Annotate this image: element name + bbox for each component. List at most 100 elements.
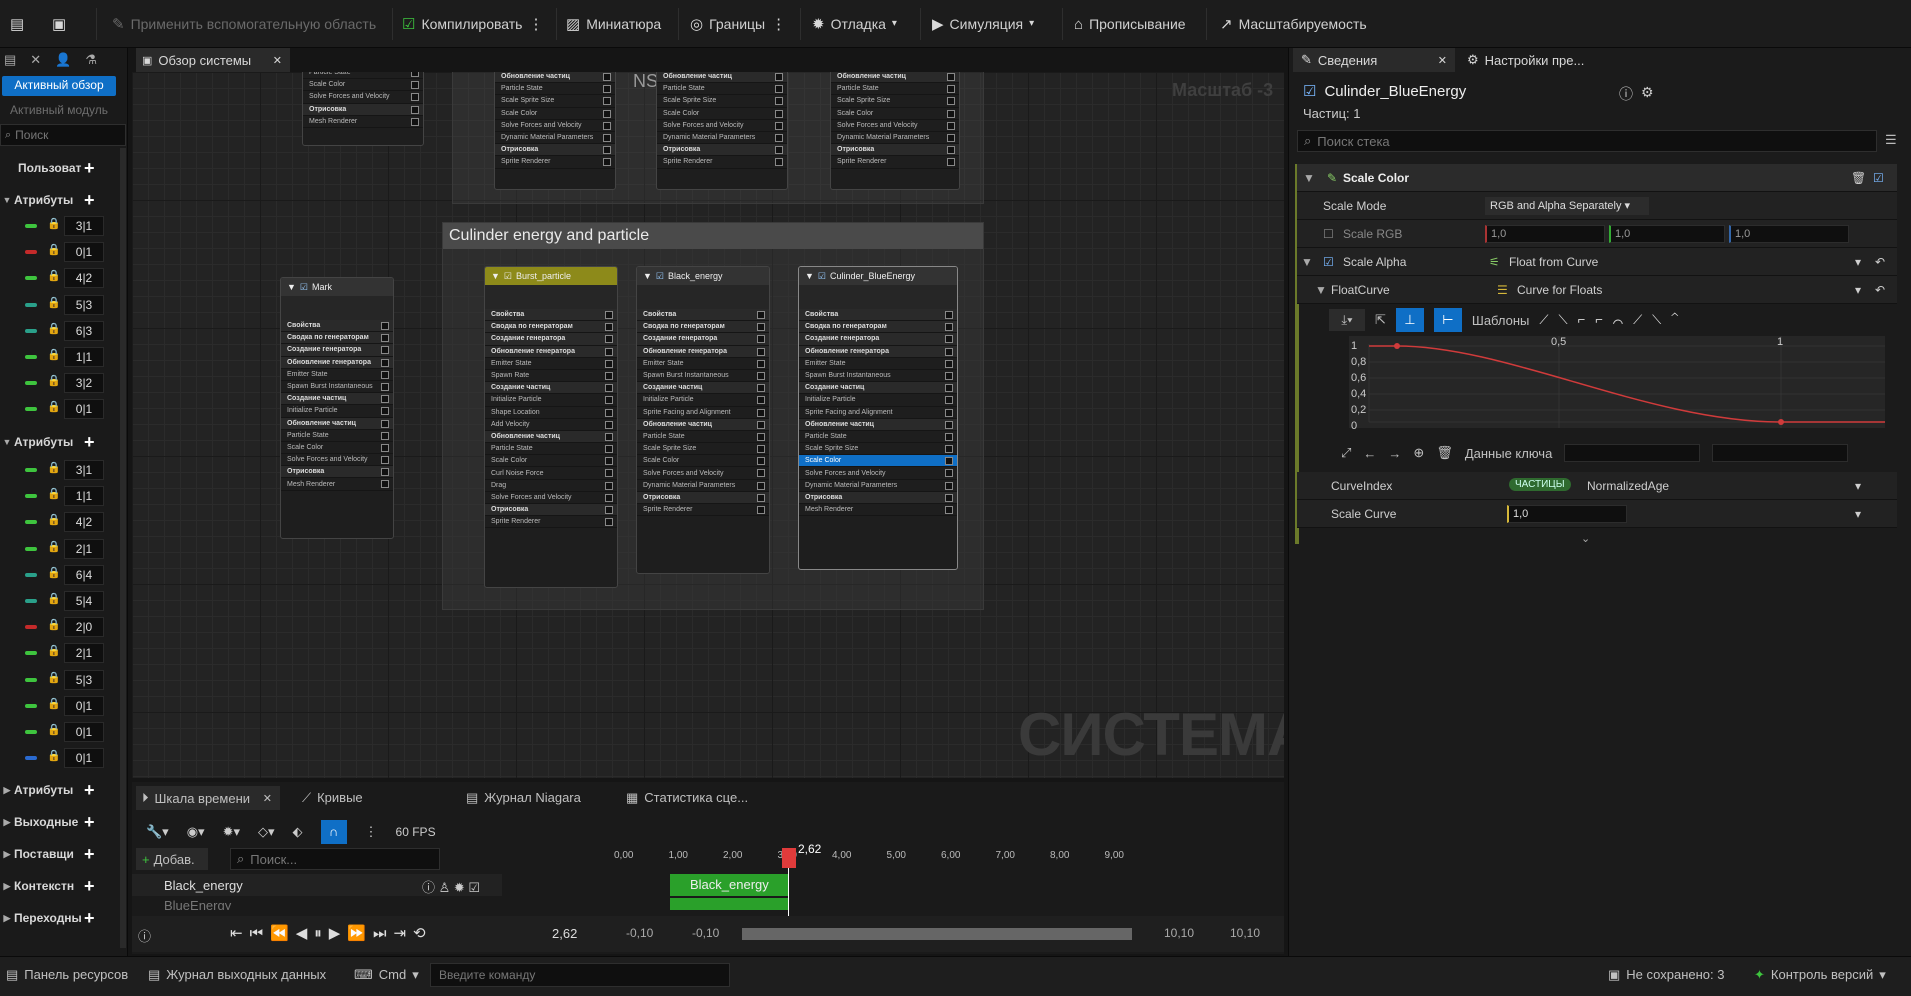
node-header[interactable]: ▼ ☑ Black_energy xyxy=(637,267,769,285)
module-checkbox[interactable] xyxy=(775,73,783,81)
node-module-row[interactable]: Обновление частиц xyxy=(485,430,617,444)
node-module-row[interactable]: Scale Color xyxy=(657,108,787,120)
key-icon[interactable]: ◇▾ xyxy=(258,824,275,840)
module-checkbox[interactable] xyxy=(603,158,611,167)
module-checkbox[interactable] xyxy=(381,334,389,343)
content-browser-button[interactable]: ▤ Панель ресурсов xyxy=(6,967,128,983)
node-module-row[interactable]: Свойства xyxy=(637,309,769,322)
baking-button[interactable]: ⌂ Прописывание xyxy=(1074,8,1186,40)
lock-icon[interactable]: 🔒 xyxy=(47,217,61,230)
chevron-down-icon[interactable]: ▾ xyxy=(1855,283,1861,297)
module-checkbox[interactable] xyxy=(381,407,389,416)
node-module-row[interactable]: Shape Location xyxy=(485,407,617,419)
info-icon[interactable]: ⓘ xyxy=(1619,84,1633,104)
module-checkbox[interactable] xyxy=(775,146,783,155)
node-module-row[interactable]: Обновление частиц xyxy=(637,418,769,431)
keyframe-icon[interactable]: ⬖ xyxy=(293,824,303,840)
node-module-row[interactable]: Sprite Renderer xyxy=(657,156,787,169)
chevron-down-icon[interactable]: ▾ xyxy=(1855,255,1861,269)
node-module-row[interactable]: Scale Color xyxy=(495,108,615,120)
node-module-row[interactable]: Initialize Particle xyxy=(637,394,769,407)
module-checkbox[interactable] xyxy=(945,445,953,454)
module-checkbox[interactable] xyxy=(775,109,783,118)
section-attributes-2[interactable]: ▼ Атрибуты + xyxy=(0,428,128,456)
attribute-row[interactable]: 🔒 1|1 xyxy=(0,345,128,369)
attribute-row[interactable]: 🔒 3|1 xyxy=(0,458,128,482)
module-checkbox[interactable] xyxy=(603,121,611,130)
module-checkbox[interactable] xyxy=(381,468,389,477)
prev-key-icon[interactable]: ← xyxy=(1363,446,1376,461)
node-module-row[interactable]: Обновление генератора xyxy=(799,345,957,358)
lock-icon[interactable]: 🔒 xyxy=(47,749,61,762)
module-checkbox[interactable] xyxy=(381,456,389,465)
node-module-row[interactable]: Отрисовка xyxy=(831,144,959,157)
scale-mode-dropdown[interactable]: RGB and Alpha Separately ▾ xyxy=(1485,197,1649,215)
range-start-1[interactable]: -0,10 xyxy=(626,926,653,940)
thumbnail-button[interactable]: ▨ Миниатюра xyxy=(566,8,661,40)
module-checkbox[interactable] xyxy=(381,322,389,330)
trash-icon[interactable]: 🗑 xyxy=(1851,171,1866,185)
section-user[interactable]: Пользоват + xyxy=(0,154,128,182)
lock-icon[interactable]: 🔒 xyxy=(47,296,61,309)
module-checkbox[interactable] xyxy=(775,97,783,106)
fit-icon[interactable]: ⤢ xyxy=(1341,445,1351,461)
lock-icon[interactable]: 🔒 xyxy=(47,269,61,282)
filter-icon[interactable]: ☰ xyxy=(1885,132,1897,148)
module-checkbox[interactable] xyxy=(603,85,611,94)
tab-niagara-log[interactable]: ▤ Журнал Niagara xyxy=(466,790,581,806)
track-search-input[interactable]: ⌕ Поиск... xyxy=(230,848,440,870)
module-checkbox[interactable] xyxy=(381,419,389,428)
lock-icon[interactable]: 🔒 xyxy=(47,592,61,605)
module-checkbox[interactable] xyxy=(605,311,613,319)
node-module-row[interactable]: Particle State xyxy=(495,83,615,96)
tab-preview-settings[interactable]: ⚙ Настройки пре... xyxy=(1459,48,1609,72)
module-checkbox[interactable] xyxy=(757,432,765,441)
module-checkbox[interactable] xyxy=(605,371,613,380)
node-module-row[interactable]: Создание частиц xyxy=(637,382,769,395)
range-end-1[interactable]: 10,10 xyxy=(1164,926,1194,940)
module-checkbox[interactable] xyxy=(605,408,613,417)
attribute-row[interactable]: 🔒 2|1 xyxy=(0,641,128,665)
fps-dropdown[interactable]: 60 FPS xyxy=(396,825,436,839)
chevron-down-icon[interactable]: ▾ xyxy=(1855,479,1861,493)
node-module-row[interactable]: Создание генератора xyxy=(281,344,393,357)
attribute-row[interactable]: 🔒 4|2 xyxy=(0,266,128,290)
cmd-dropdown[interactable]: ⌨ Cmd ▾ xyxy=(354,967,419,983)
node-module-row[interactable]: Particle State xyxy=(485,443,617,456)
node-module-row[interactable]: Solve Forces and Velocity xyxy=(485,492,617,504)
node-module-row[interactable]: Scale Sprite Size xyxy=(657,95,787,108)
section-attributes-3[interactable]: ▶ Атрибуты + xyxy=(0,776,128,804)
node-module-row[interactable]: Свойства xyxy=(799,309,957,322)
module-checkbox[interactable] xyxy=(775,121,783,130)
add-icon[interactable]: + xyxy=(84,432,95,453)
section-suppliers[interactable]: ▶ Поставщи + xyxy=(0,840,128,868)
module-checkbox[interactable] xyxy=(603,97,611,106)
node-module-row[interactable]: Emitter State xyxy=(485,358,617,370)
module-checkbox[interactable] xyxy=(945,396,953,405)
node-module-row[interactable]: Создание частиц xyxy=(485,382,617,395)
section-context[interactable]: ▶ Контекстн + xyxy=(0,872,128,900)
node-top-2[interactable]: Обновление частиц Particle State Scale Spr… xyxy=(494,72,616,190)
node-module-row[interactable]: Обновление частиц xyxy=(495,72,615,84)
module-checkbox[interactable] xyxy=(757,493,765,502)
system-graph[interactable]: NS_LightingStrike Масштаб -3 Particle St… xyxy=(132,72,1284,778)
node-module-row[interactable]: Particle State xyxy=(657,83,787,96)
node-top-3[interactable]: Обновление частиц Particle State Scale Spr… xyxy=(656,72,788,190)
module-checkbox[interactable] xyxy=(947,73,955,81)
node-module-row[interactable]: Solve Forces and Velocity xyxy=(495,120,615,132)
module-checkbox[interactable] xyxy=(605,359,613,368)
node-module-row[interactable]: Scale Color xyxy=(303,79,423,92)
node-module-row[interactable]: Sprite Renderer xyxy=(495,156,615,169)
node-module-row[interactable]: Отрисовка xyxy=(485,504,617,517)
node-module-row[interactable]: Сводка по генераторам xyxy=(281,332,393,345)
module-checkbox[interactable] xyxy=(775,85,783,94)
node-module-row[interactable]: Сводка по генераторам xyxy=(799,321,957,334)
lock-icon[interactable]: 🔒 xyxy=(47,671,61,684)
node-module-row[interactable]: Обновление частиц xyxy=(831,72,959,84)
module-checkbox[interactable] xyxy=(605,335,613,344)
module-checkbox[interactable] xyxy=(605,432,613,441)
collapse-icon[interactable]: ▼ xyxy=(1303,171,1315,185)
node-module-row[interactable]: Drag xyxy=(485,480,617,492)
attribute-row[interactable]: 🔒 6|4 xyxy=(0,563,128,587)
add-track-button[interactable]: + Добав. xyxy=(136,848,208,870)
